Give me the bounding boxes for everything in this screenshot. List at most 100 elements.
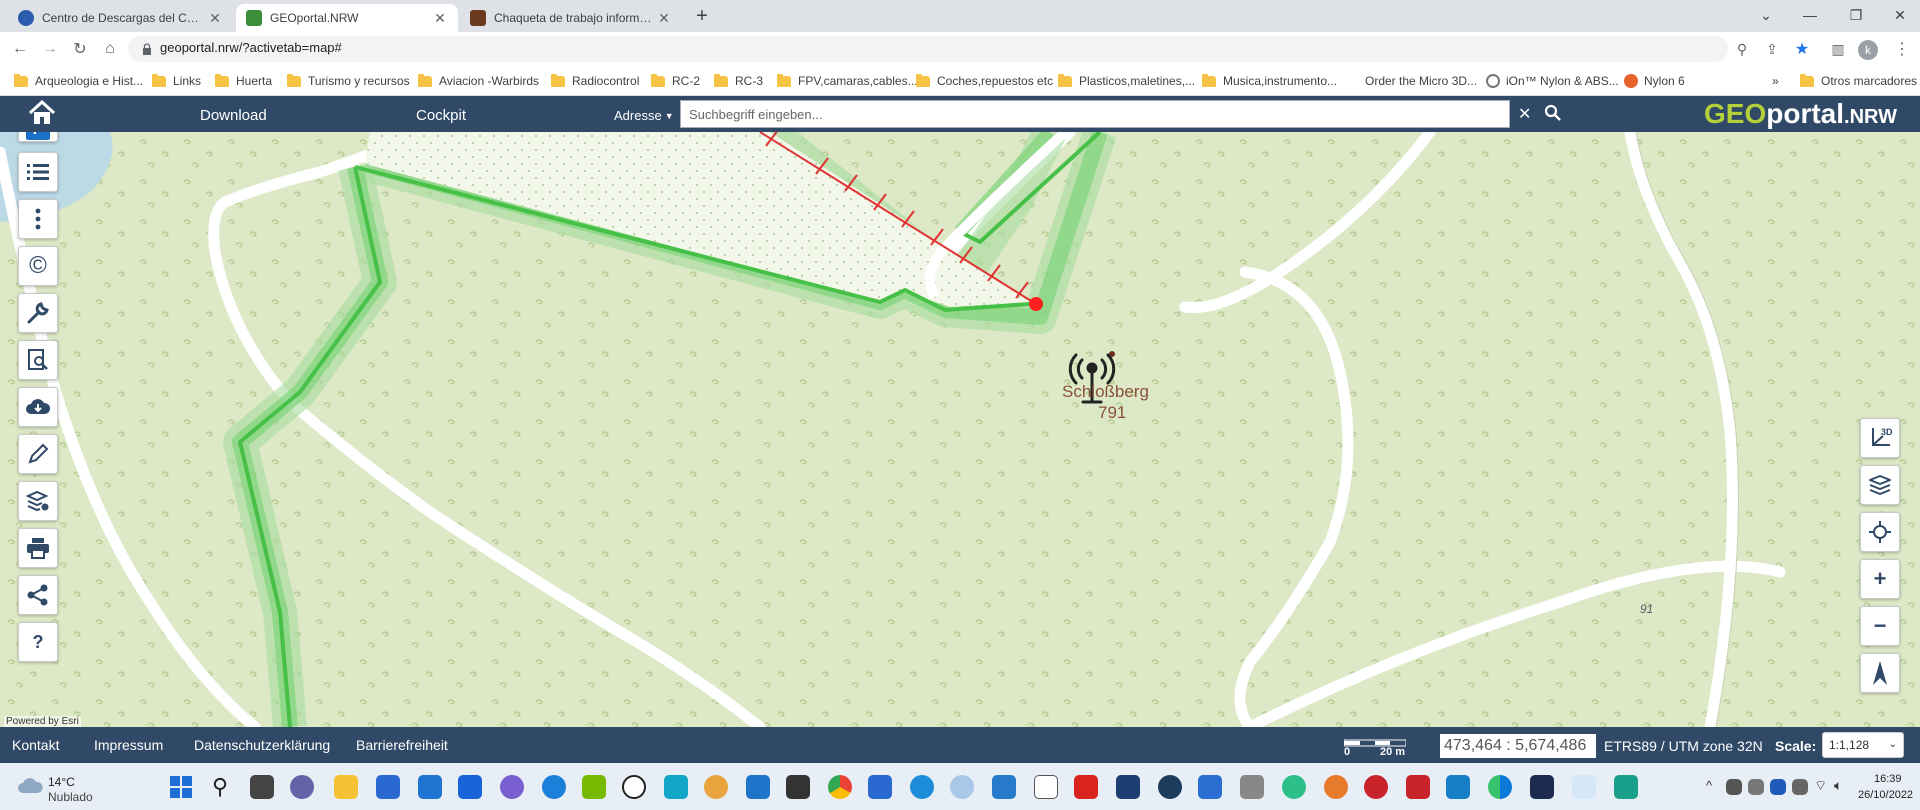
search-input[interactable] xyxy=(680,100,1510,128)
share-button[interactable] xyxy=(18,575,58,615)
grid-app-icon[interactable] xyxy=(664,775,688,799)
bookmarks-more-button[interactable]: » xyxy=(1772,72,1779,90)
store-icon[interactable] xyxy=(376,775,400,799)
maximize-icon[interactable]: ❐ xyxy=(1836,0,1876,30)
red-app-icon[interactable] xyxy=(1364,775,1388,799)
tray-app-icon[interactable] xyxy=(1792,779,1808,795)
tray-app-icon[interactable] xyxy=(1726,779,1742,795)
chat-icon[interactable] xyxy=(290,775,314,799)
reload-icon[interactable]: ↻ xyxy=(68,37,92,61)
adresse-dropdown[interactable]: Adresse ▼ xyxy=(614,108,674,123)
dropbox-icon[interactable] xyxy=(458,775,482,799)
kontakt-link[interactable]: Kontakt xyxy=(12,737,59,753)
share-icon[interactable]: ⇪ xyxy=(1760,37,1784,61)
download-nav-link[interactable]: Download xyxy=(200,107,267,124)
chrome-icon[interactable] xyxy=(828,775,852,799)
vscode-icon[interactable] xyxy=(1572,775,1596,799)
terminal-icon[interactable] xyxy=(746,775,770,799)
bookmark-item[interactable]: Aviacion -Warbirds xyxy=(418,72,539,90)
barrierefreiheit-link[interactable]: Barrierefreiheit xyxy=(356,737,448,753)
tab-chaqueta[interactable]: Chaqueta de trabajo informal cá ✕ xyxy=(460,4,682,32)
star-icon[interactable]: ★ xyxy=(1790,37,1814,61)
green-app-icon[interactable] xyxy=(1282,775,1306,799)
search-icon[interactable] xyxy=(1544,104,1562,122)
triangle-app-icon[interactable] xyxy=(1034,775,1058,799)
north-button[interactable] xyxy=(1860,653,1900,693)
wifi-icon[interactable]: ⌔ xyxy=(1814,777,1827,795)
bookmark-item[interactable]: Plasticos,maletines,... xyxy=(1058,72,1195,90)
help-icon[interactable] xyxy=(542,775,566,799)
mail-icon[interactable] xyxy=(418,775,442,799)
cloud-weather-icon[interactable] xyxy=(16,775,46,797)
forward-icon[interactable]: → xyxy=(38,37,62,61)
datenschutz-link[interactable]: Datenschutzerklärung xyxy=(194,737,330,753)
scale-select[interactable]: 1:1,128 ⌄ xyxy=(1822,732,1904,758)
windows-start-icon[interactable] xyxy=(170,776,192,798)
bookmark-item[interactable]: Huerta xyxy=(215,72,272,90)
bookmark-item[interactable]: Arqueologia e Hist... xyxy=(14,72,143,90)
home-icon[interactable] xyxy=(28,99,56,126)
side-panel-icon[interactable]: ▥ xyxy=(1826,37,1850,61)
pdf-icon[interactable] xyxy=(1074,775,1098,799)
close-icon[interactable]: ✕ xyxy=(656,10,672,27)
home-icon[interactable]: ⌂ xyxy=(98,37,122,61)
map-canvas[interactable]: Schloßberg 791 91 Powered by Esri P © ? … xyxy=(0,132,1920,727)
file-explorer-icon[interactable] xyxy=(334,775,358,799)
3d-view-button[interactable]: 3D xyxy=(1860,418,1900,458)
locate-button[interactable] xyxy=(1860,512,1900,552)
draw-button[interactable] xyxy=(18,434,58,474)
blue-app-icon[interactable] xyxy=(1446,775,1470,799)
notes-icon[interactable] xyxy=(992,775,1016,799)
zoom-out-button[interactable]: − xyxy=(1860,606,1900,646)
photos-icon[interactable] xyxy=(1198,775,1222,799)
bookmark-item[interactable]: FPV,camaras,cables.... xyxy=(777,72,921,90)
menu-icon[interactable]: ⋮ xyxy=(1890,37,1914,61)
b-app-icon[interactable] xyxy=(622,775,646,799)
task-view-icon[interactable] xyxy=(250,775,274,799)
bookmark-item[interactable]: RC-3 xyxy=(714,72,763,90)
location-pin-icon[interactable]: ⚲ xyxy=(1730,37,1754,61)
dark-app-icon[interactable] xyxy=(1530,775,1554,799)
tab-search-icon[interactable]: ⌄ xyxy=(1746,0,1786,30)
edge-icon[interactable] xyxy=(1488,775,1512,799)
download-button[interactable] xyxy=(18,387,58,427)
orange-app-icon[interactable] xyxy=(1324,775,1348,799)
back-icon[interactable]: ← xyxy=(8,37,32,61)
parking-button[interactable]: P xyxy=(18,132,58,142)
copyright-button[interactable]: © xyxy=(18,246,58,286)
cockpit-nav-link[interactable]: Cockpit xyxy=(416,107,466,124)
address-bar[interactable] xyxy=(128,36,1728,62)
geoportal-logo[interactable]: GEO portal .NRW xyxy=(1704,96,1897,132)
bookmark-item[interactable]: Turismo y recursos xyxy=(287,72,410,90)
media-icon[interactable] xyxy=(704,775,728,799)
r-app-icon[interactable] xyxy=(1406,775,1430,799)
search-icon[interactable]: ⚲ xyxy=(212,774,228,800)
bookmark-item[interactable]: Musica,instrumento... xyxy=(1202,72,1337,90)
music-icon[interactable] xyxy=(868,775,892,799)
teal-app-icon[interactable] xyxy=(1614,775,1638,799)
bookmark-item[interactable]: RC-2 xyxy=(651,72,700,90)
other-bookmarks[interactable]: Otros marcadores xyxy=(1800,72,1917,90)
tab-cnig[interactable]: Centro de Descargas del CNIG (I ✕ xyxy=(8,4,233,32)
text-app-icon[interactable] xyxy=(1116,775,1140,799)
bookmark-item[interactable]: Radiocontrol xyxy=(551,72,639,90)
bookmark-item[interactable]: Links xyxy=(152,72,201,90)
window-close-icon[interactable]: ✕ xyxy=(1880,0,1920,30)
settings-app-icon[interactable] xyxy=(1158,775,1182,799)
cloud-app-icon[interactable] xyxy=(950,775,974,799)
layers-button[interactable] xyxy=(1860,465,1900,505)
search-feature-button[interactable] xyxy=(18,340,58,380)
print-button[interactable] xyxy=(18,528,58,568)
video-icon[interactable] xyxy=(786,775,810,799)
network-app-icon[interactable] xyxy=(1240,775,1264,799)
bluetooth-icon[interactable] xyxy=(1770,779,1786,795)
zoom-in-button[interactable]: + xyxy=(1860,559,1900,599)
tray-app-icon[interactable] xyxy=(1748,779,1764,795)
list-button[interactable] xyxy=(18,152,58,192)
bookmark-item[interactable]: Nylon 6 xyxy=(1624,72,1685,90)
profile-avatar[interactable]: k xyxy=(1858,40,1878,60)
privacy-icon[interactable] xyxy=(910,775,934,799)
close-icon[interactable]: ✕ xyxy=(432,10,448,27)
bookmark-item[interactable]: Order the Micro 3D... xyxy=(1365,72,1477,90)
tray-chevron-icon[interactable]: ^ xyxy=(1706,778,1712,793)
